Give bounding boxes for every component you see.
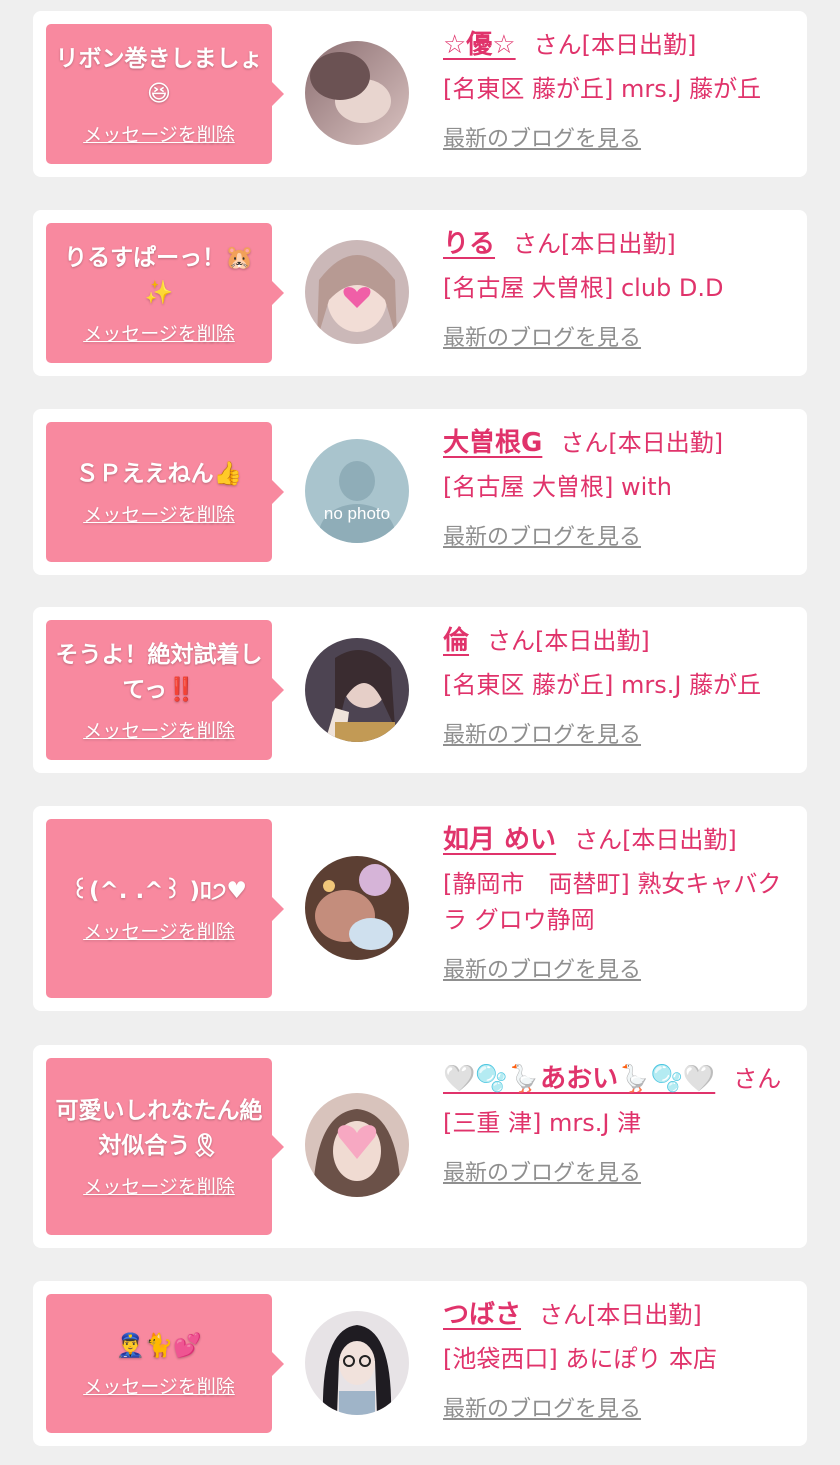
- avatar[interactable]: [305, 856, 409, 960]
- delete-message-link[interactable]: メッセージを削除: [83, 917, 235, 944]
- latest-blog-link[interactable]: 最新のブログを見る: [443, 121, 641, 153]
- cast-info: 如月 めい さん[本日出勤] [静岡市 両替町] 熟女キャバクラ グロウ静岡 最新…: [443, 822, 797, 984]
- shift-status: [本日出勤]: [581, 31, 697, 59]
- shop-location: [名東区 藤が丘] mrs.J 藤が丘: [443, 671, 762, 699]
- latest-blog-link[interactable]: 最新のブログを見る: [443, 320, 641, 352]
- message-bubble: 👮‍♂️🐈💕 メッセージを削除: [46, 1294, 284, 1433]
- message-text: 👮‍♂️🐈💕: [116, 1332, 202, 1359]
- latest-blog-link[interactable]: 最新のブログを見る: [443, 519, 641, 551]
- cast-name-link[interactable]: 倫: [443, 626, 469, 656]
- message-text: ꒰(^. .^꒱ )ﾛ੭♥: [71, 877, 247, 904]
- message-text: ＳＰええねん👍: [75, 461, 243, 487]
- message-bubble: そうよ！絶対試着してっ‼️ メッセージを削除: [46, 620, 284, 760]
- message-text: 可愛いしれなたん絶対似合う🎗: [55, 1098, 263, 1159]
- shift-status: [本日出勤]: [561, 230, 676, 258]
- message-card: ＳＰええねん👍 メッセージを削除 no photo 大曽根G さん[本日出勤] […: [33, 409, 807, 575]
- cast-name-link[interactable]: 🤍🫧🪿あおい🪿🫧🤍: [443, 1064, 715, 1094]
- shop-location: [名古屋 大曽根] club D.D: [443, 274, 724, 302]
- cast-info: 🤍🫧🪿あおい🪿🫧🤍 さん [三重 津] mrs.J 津 最新のブログを見る: [443, 1061, 797, 1187]
- shift-status: [本日出勤]: [535, 627, 650, 655]
- cast-info: ☆優☆ さん[本日出勤] [名東区 藤が丘] mrs.J 藤が丘 最新のブログを見…: [443, 27, 797, 153]
- honorific: さん: [513, 230, 562, 258]
- message-bubble: ꒰(^. .^꒱ )ﾛ੭♥ メッセージを削除: [46, 819, 284, 998]
- cast-info: 大曽根G さん[本日出勤] [名古屋 大曽根] with 最新のブログを見る: [443, 425, 797, 551]
- avatar[interactable]: [305, 240, 409, 344]
- latest-blog-link[interactable]: 最新のブログを見る: [443, 717, 641, 749]
- avatar[interactable]: [305, 1093, 409, 1197]
- cast-info: りる さん[本日出勤] [名古屋 大曽根] club D.D 最新のブログを見る: [443, 226, 797, 352]
- message-card: 可愛いしれなたん絶対似合う🎗 メッセージを削除 🤍🫧🪿あおい🪿🫧🤍 さん [三重 …: [33, 1045, 807, 1248]
- shop-location: [三重 津] mrs.J 津: [443, 1109, 642, 1137]
- honorific: さん: [487, 627, 536, 655]
- avatar[interactable]: [305, 1311, 409, 1415]
- delete-message-link[interactable]: メッセージを削除: [83, 500, 235, 527]
- cast-name-link[interactable]: りる: [443, 229, 495, 259]
- cast-info: つばさ さん[本日出勤] [池袋西口] あにぽり 本店 最新のブログを見る: [443, 1297, 797, 1423]
- message-text: リボン巻きしましょ😆: [55, 45, 263, 107]
- latest-blog-link[interactable]: 最新のブログを見る: [443, 1391, 641, 1423]
- message-card: 👮‍♂️🐈💕 メッセージを削除 つばさ さん[本日出勤] [池袋西口] あにぽり …: [33, 1281, 807, 1446]
- delete-message-link[interactable]: メッセージを削除: [83, 716, 235, 743]
- delete-message-link[interactable]: メッセージを削除: [83, 1372, 235, 1399]
- avatar[interactable]: [305, 41, 409, 145]
- avatar[interactable]: [305, 638, 409, 742]
- delete-message-link[interactable]: メッセージを削除: [83, 319, 235, 346]
- shop-location: [名東区 藤が丘] mrs.J 藤が丘: [443, 75, 762, 103]
- delete-message-link[interactable]: メッセージを削除: [83, 120, 235, 147]
- shop-location: [池袋西口] あにぽり 本店: [443, 1345, 717, 1373]
- honorific: さん: [733, 1065, 782, 1093]
- message-text: そうよ！絶対試着してっ‼️: [55, 641, 263, 703]
- delete-message-link[interactable]: メッセージを削除: [83, 1172, 235, 1199]
- honorific: さん: [533, 31, 582, 59]
- shop-location: [名古屋 大曽根] with: [443, 473, 672, 501]
- message-bubble: 可愛いしれなたん絶対似合う🎗 メッセージを削除: [46, 1058, 284, 1235]
- message-list: リボン巻きしましょ😆 メッセージを削除 ☆優☆ さん[本日出勤] [名東区 藤が丘…: [0, 0, 840, 1465]
- honorific: さん: [539, 1301, 588, 1329]
- latest-blog-link[interactable]: 最新のブログを見る: [443, 1155, 641, 1187]
- message-bubble: ＳＰええねん👍 メッセージを削除: [46, 422, 284, 562]
- shift-status: [本日出勤]: [587, 1301, 702, 1329]
- shift-status: [本日出勤]: [608, 429, 724, 457]
- avatar[interactable]: no photo: [305, 439, 409, 543]
- cast-name-link[interactable]: 大曽根G: [443, 428, 542, 458]
- message-card: ꒰(^. .^꒱ )ﾛ੭♥ メッセージを削除 如月 めい さん[本日出勤] [静岡…: [33, 806, 807, 1011]
- cast-name-link[interactable]: ☆優☆: [443, 30, 516, 60]
- message-bubble: リボン巻きしましょ😆 メッセージを削除: [46, 24, 284, 164]
- message-card: そうよ！絶対試着してっ‼️ メッセージを削除 倫さん[本日出勤] [名東区 藤が…: [33, 607, 807, 773]
- message-text: りるすぱーっ！🐹✨: [64, 244, 254, 306]
- shop-location: [静岡市 両替町] 熟女キャバクラ グロウ静岡: [443, 870, 782, 934]
- latest-blog-link[interactable]: 最新のブログを見る: [443, 952, 641, 984]
- message-card: りるすぱーっ！🐹✨ メッセージを削除 りる さん[本日出勤] [名古屋 大曽根] …: [33, 210, 807, 376]
- cast-name-link[interactable]: つばさ: [443, 1300, 521, 1330]
- message-card: リボン巻きしましょ😆 メッセージを削除 ☆優☆ さん[本日出勤] [名東区 藤が丘…: [33, 11, 807, 177]
- shift-status: [本日出勤]: [622, 826, 737, 854]
- avatar-no-photo-text: no photo: [324, 504, 390, 523]
- message-bubble: りるすぱーっ！🐹✨ メッセージを削除: [46, 223, 284, 363]
- cast-name-link[interactable]: 如月 めい: [443, 825, 556, 855]
- cast-info: 倫さん[本日出勤] [名東区 藤が丘] mrs.J 藤が丘 最新のブログを見る: [443, 623, 797, 749]
- honorific: さん: [560, 429, 609, 457]
- honorific: さん: [574, 826, 623, 854]
